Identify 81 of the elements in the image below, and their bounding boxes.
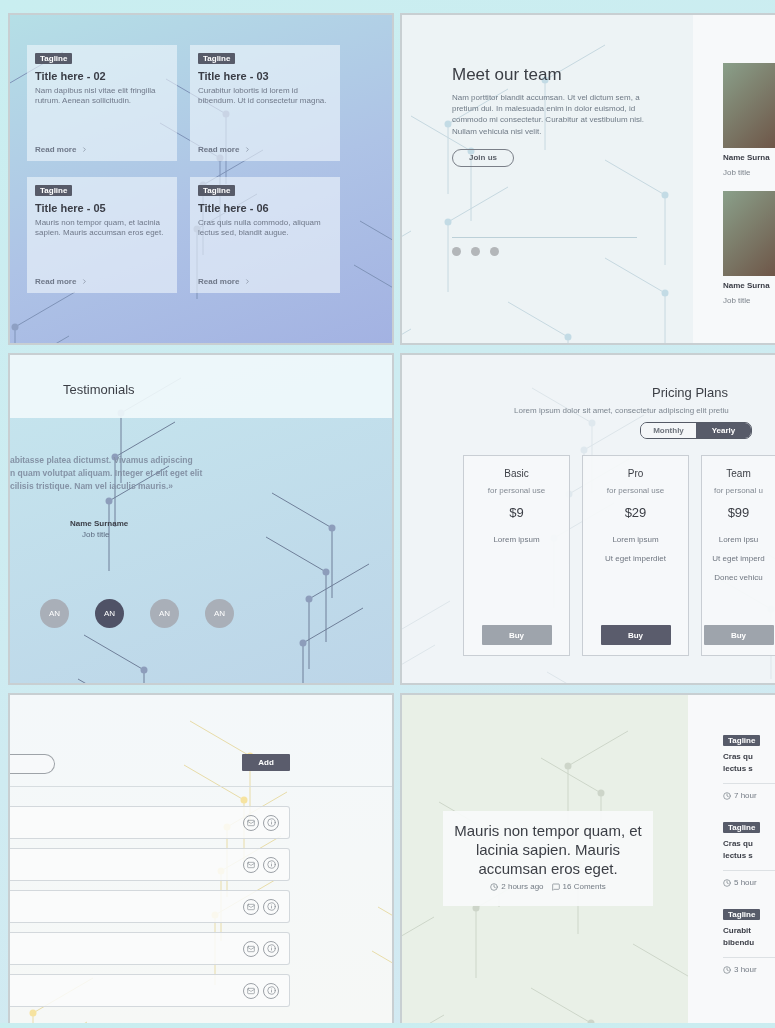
avatar[interactable]: AN [95,599,124,628]
card-title: Title here - 03 [198,70,269,82]
plan-feature: Lorem ipsum [493,535,540,544]
job-title: Job title [723,296,752,305]
card-title: Title here - 06 [198,202,269,214]
buy-button[interactable]: Buy [481,625,552,645]
subtitle: Lorem ipsum dolor sit amet, consectetur adipiscing elit pretiu [514,406,730,415]
tag: Tagline [198,53,236,64]
list-row[interactable] [10,806,290,839]
input-field[interactable] [10,754,55,774]
plan-feature: Ut eget imperd [712,554,765,563]
plan-feature: Donec vehicu [714,573,763,582]
pagination-dot[interactable] [452,246,461,256]
buy-button[interactable]: Buy [600,625,671,645]
card-title: Title here - 05 [35,202,106,214]
plan-name: Team [726,468,751,479]
read-more-link[interactable]: Read more [35,145,89,154]
clock-icon [723,791,731,800]
chevron-right-icon [81,146,89,153]
plan-audience: for personal u [714,486,763,495]
tag: Tagline [35,185,73,196]
news-title: Curabit bibendu [723,925,755,949]
clock-icon [490,882,499,891]
plan-name: Basic [504,468,529,479]
read-more-link[interactable]: Read more [198,277,252,286]
billing-option[interactable]: Monthly [641,423,696,438]
card-text: Curabitur lobortis id lorem id bibendum. Ut id consectetur magna. [198,86,328,107]
pagination-dot[interactable] [490,246,499,256]
plan-audience: for personal use [606,486,665,495]
intro-text: Nam porttitor blandit accumsan. Ut vel dictum sem, a pretium dui. In malesuada enim in dolor euismod, id commodo mi consectetur. Curabitur at vestibulum nisi. Nullam vehicula nisi velit. [452,92,646,137]
plan-audience: for personal use [487,486,546,495]
featured-quote: Mauris non tempor quam, et lacinia sapien. Mauris accumsan eros eget. [453,821,643,878]
chevron-right-icon [81,278,89,285]
section-title: Meet our team [452,65,562,85]
plan-price: $99 [727,505,750,520]
news-title: Cras qu lectus s [723,751,753,775]
list-row[interactable] [10,848,290,881]
avatar[interactable]: AN [40,599,69,628]
list-row[interactable] [10,932,290,965]
chevron-right-icon [244,146,252,153]
section-title: Pricing Plans [651,384,729,400]
card-text: Mauris non tempor quam, et lacinia sapien. Mauris accumsan eros eget. [35,218,165,239]
author-name: Name Surname [70,519,130,528]
plan-feature: Lorem ipsum [612,535,659,544]
plan-feature: Ut eget imperdiet [605,554,666,563]
clock-icon [723,878,731,887]
add-button[interactable]: Add [242,754,290,771]
plan-name: Pro [627,468,644,479]
card-title: Title here - 02 [35,70,106,82]
card-text: Cras quis nulla commodo, aliquam lectus sed, blandit augue. [198,218,322,239]
billing-option[interactable]: Yearly [696,423,751,438]
comment-icon [551,882,560,891]
member-name: Name Surna [723,153,771,162]
chevron-right-icon [244,278,252,285]
tag: Tagline [198,185,236,196]
comment-count: 16 Coments [551,882,606,891]
section-title: Testimonials [63,382,136,397]
post-time: 3 hour [723,965,757,974]
tag: Tagline [35,53,73,64]
list-row[interactable] [10,890,290,923]
read-more-link[interactable]: Read more [35,277,89,286]
avatar[interactable]: AN [150,599,179,628]
card-text: Nam dapibus nisl vitae elit fringilla rutrum. Aenean sollicitudin. [35,86,157,107]
plan-price: $29 [624,505,647,520]
tag: Tagline [723,735,761,746]
post-time: 5 hour [723,878,757,887]
job-title: Job title [723,168,752,177]
member-name: Name Surna [723,281,771,290]
tag: Tagline [723,909,761,920]
clock-icon [723,965,731,974]
read-more-link[interactable]: Read more [198,145,252,154]
list-row[interactable] [10,974,290,1007]
tag: Tagline [723,822,761,833]
pagination-dot[interactable] [471,246,480,256]
buy-button[interactable]: Buy [703,625,774,645]
post-time: 2 hours ago [490,882,544,891]
plan-feature: Lorem ipsu [718,535,759,544]
news-title: Cras qu lectus s [723,838,753,862]
avatar[interactable]: AN [205,599,234,628]
plan-price: $9 [509,505,524,520]
post-time: 7 hour [723,791,757,800]
